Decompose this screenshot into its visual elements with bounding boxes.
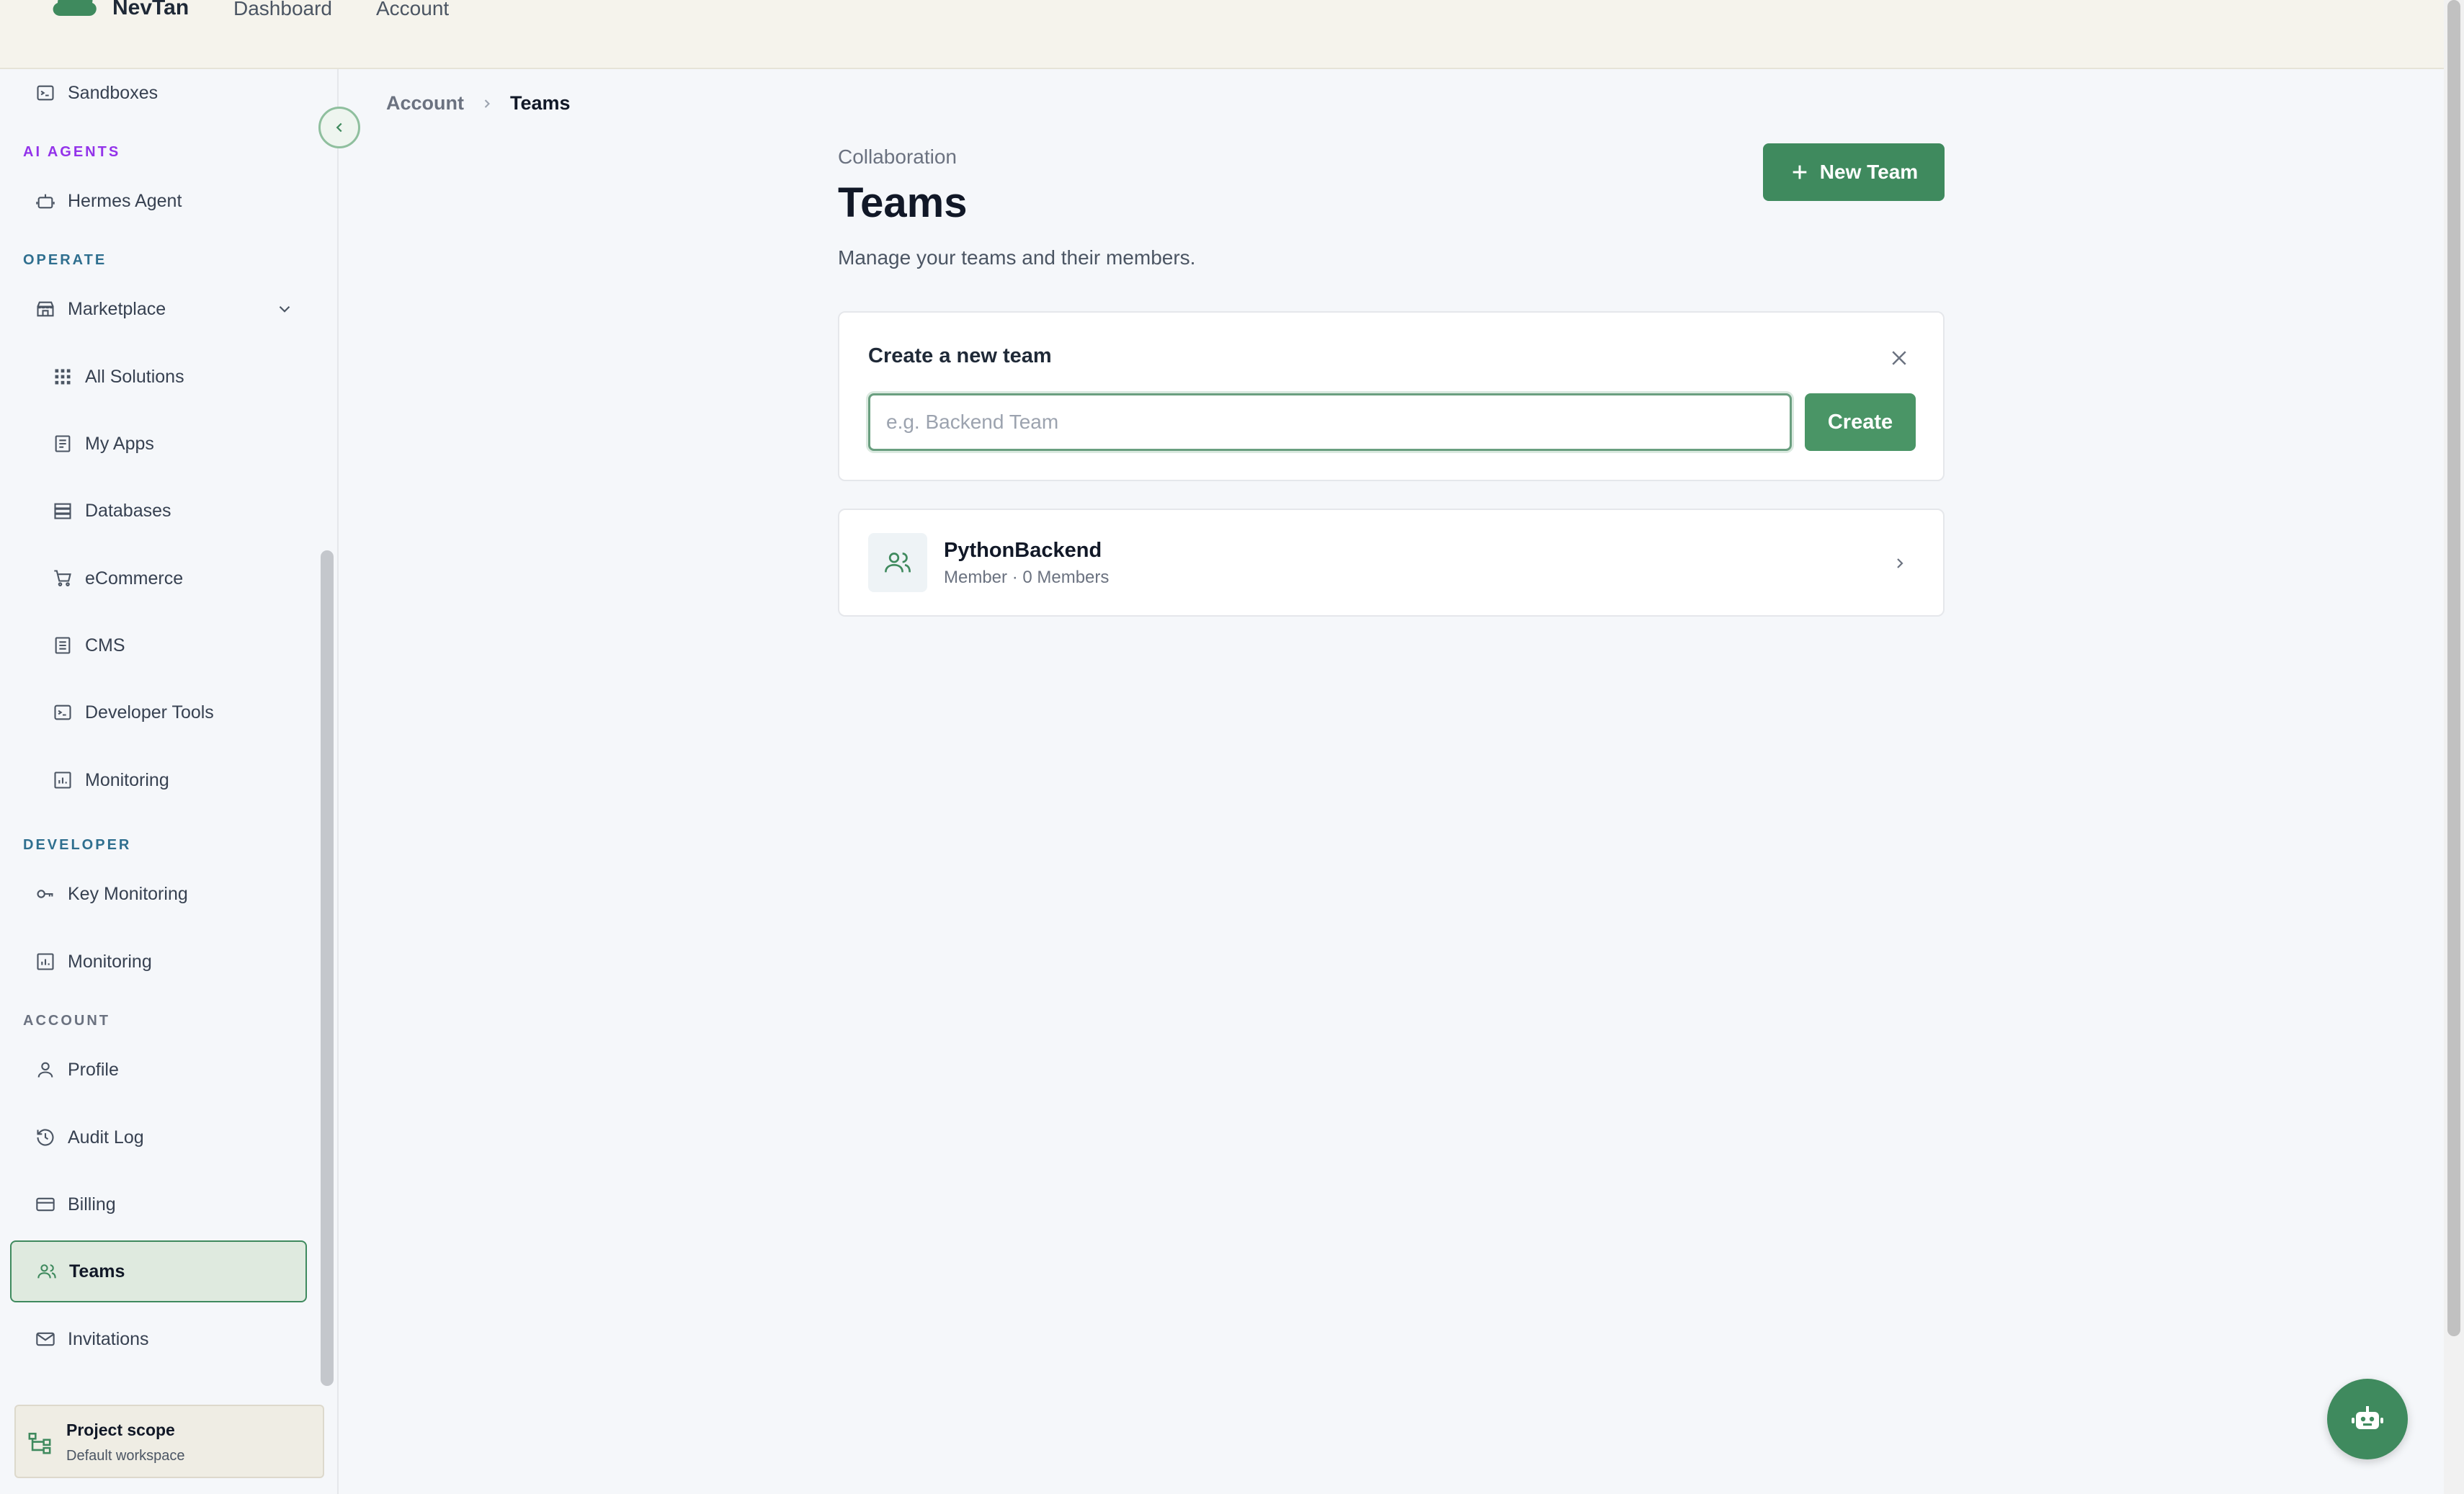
sidebar-item-invitations[interactable]: Invitations <box>10 1308 307 1370</box>
users-icon <box>36 1261 58 1282</box>
new-team-button[interactable]: New Team <box>1763 143 1945 201</box>
page-scrollbar-thumb[interactable] <box>2447 0 2460 1336</box>
sidebar-item-ecommerce[interactable]: eCommerce <box>10 547 307 609</box>
user-icon <box>35 1059 56 1081</box>
team-avatar <box>868 533 927 592</box>
create-team-card: Create a new team Create <box>838 311 1945 481</box>
project-scope-title: Project scope <box>66 1421 175 1439</box>
section-label-account: ACCOUNT <box>23 1013 110 1029</box>
sidebar-item-label: Sandboxes <box>68 82 159 103</box>
sidebar-item-monitoring-operate[interactable]: Monitoring <box>10 749 307 811</box>
sidebar-scrollbar-thumb[interactable] <box>321 550 334 1386</box>
document-icon <box>52 635 73 656</box>
robot-icon <box>2352 1406 2383 1429</box>
team-name: PythonBackend <box>944 539 1102 562</box>
mail-icon <box>35 1328 56 1350</box>
terminal-icon <box>35 82 56 104</box>
nav-dashboard[interactable]: Dashboard <box>233 0 332 20</box>
chevron-right-icon <box>484 99 490 108</box>
sidebar-item-marketplace[interactable]: Marketplace <box>10 278 307 340</box>
sidebar-item-label: eCommerce <box>85 568 184 589</box>
team-name-input[interactable] <box>868 393 1792 451</box>
sidebar-item-label: Hermes Agent <box>68 190 182 211</box>
users-icon <box>885 553 911 573</box>
sidebar-item-label: Key Monitoring <box>68 883 188 904</box>
sidebar-item-label: Billing <box>68 1194 116 1215</box>
sidebar-item-label: Monitoring <box>68 951 152 972</box>
store-icon <box>35 298 56 320</box>
history-icon <box>35 1127 56 1148</box>
team-meta: Member · 0 Members <box>944 568 1110 587</box>
assistant-chat-button[interactable] <box>2327 1379 2408 1459</box>
sidebar-item-label: Audit Log <box>68 1127 144 1148</box>
cloud-logo-icon[interactable] <box>50 0 98 19</box>
nav-account[interactable]: Account <box>376 0 449 20</box>
breadcrumb-account[interactable]: Account <box>386 92 464 115</box>
sidebar-item-profile[interactable]: Profile <box>10 1039 307 1101</box>
sidebar-item-cms[interactable]: CMS <box>10 614 307 676</box>
key-icon <box>35 883 56 905</box>
chevron-down-icon[interactable] <box>275 300 294 318</box>
sidebar-item-teams[interactable]: Teams <box>10 1240 307 1302</box>
sidebar-item-label: Developer Tools <box>85 702 214 723</box>
breadcrumb: Account Teams <box>386 92 571 115</box>
sidebar-item-label: Teams <box>69 1261 125 1281</box>
create-team-title: Create a new team <box>868 344 1052 367</box>
chart-icon <box>35 951 56 972</box>
grid-icon <box>52 366 73 388</box>
sidebar-item-label: CMS <box>85 635 125 656</box>
brand-name[interactable]: NevTan <box>112 0 189 20</box>
plus-icon <box>1793 165 1807 179</box>
list-icon <box>52 433 73 455</box>
chevron-left-icon <box>336 122 342 133</box>
sidebar-item-sandboxes[interactable]: Sandboxes <box>10 62 307 124</box>
sidebar-item-label: Profile <box>68 1059 119 1080</box>
section-label-developer: DEVELOPER <box>23 837 132 853</box>
sidebar-item-monitoring-developer[interactable]: Monitoring <box>10 931 307 993</box>
page-title: Teams <box>838 179 968 226</box>
sidebar-item-label: All Solutions <box>85 366 184 387</box>
sidebar-item-billing[interactable]: Billing <box>10 1173 307 1235</box>
sidebar-item-label: Invitations <box>68 1328 149 1349</box>
close-icon[interactable] <box>1888 347 1910 369</box>
section-label-ai-agents: AI AGENTS <box>23 144 121 160</box>
credit-card-icon <box>35 1194 56 1215</box>
sidebar-item-key-monitoring[interactable]: Key Monitoring <box>10 863 307 925</box>
sidebar-item-hermes-agent[interactable]: Hermes Agent <box>10 170 307 232</box>
terminal-icon <box>52 702 73 723</box>
sidebar-item-label: Monitoring <box>85 769 169 790</box>
section-label-operate: OPERATE <box>23 252 107 268</box>
chart-icon <box>52 769 73 791</box>
cart-icon <box>52 568 73 589</box>
sidebar-item-audit-log[interactable]: Audit Log <box>10 1106 307 1168</box>
sidebar-item-label: Marketplace <box>68 298 166 319</box>
top-navbar: NevTan Dashboard Account <box>0 0 2444 69</box>
breadcrumb-current: Teams <box>510 92 571 114</box>
project-scope-selector[interactable]: Project scope Default workspace <box>14 1405 324 1478</box>
sidebar-item-my-apps[interactable]: My Apps <box>10 413 307 475</box>
robot-icon <box>35 190 56 212</box>
collapse-sidebar-button[interactable] <box>318 107 360 148</box>
create-button[interactable]: Create <box>1805 393 1916 451</box>
project-scope-subtitle: Default workspace <box>66 1448 185 1464</box>
page-subtitle: Manage your teams and their members. <box>838 246 1196 269</box>
sidebar-item-developer-tools[interactable]: Developer Tools <box>10 681 307 743</box>
team-list-item[interactable]: PythonBackend Member · 0 Members <box>838 509 1945 617</box>
sidebar-item-label: My Apps <box>85 433 154 454</box>
page-eyebrow: Collaboration <box>838 146 957 168</box>
sidebar-item-all-solutions[interactable]: All Solutions <box>10 346 307 408</box>
sidebar-item-databases[interactable]: Databases <box>10 480 307 542</box>
chevron-right-icon <box>1897 558 1903 568</box>
hierarchy-icon <box>28 1432 51 1454</box>
new-team-button-label: New Team <box>1819 161 1919 183</box>
database-icon <box>52 500 73 522</box>
sidebar-item-label: Databases <box>85 500 171 521</box>
